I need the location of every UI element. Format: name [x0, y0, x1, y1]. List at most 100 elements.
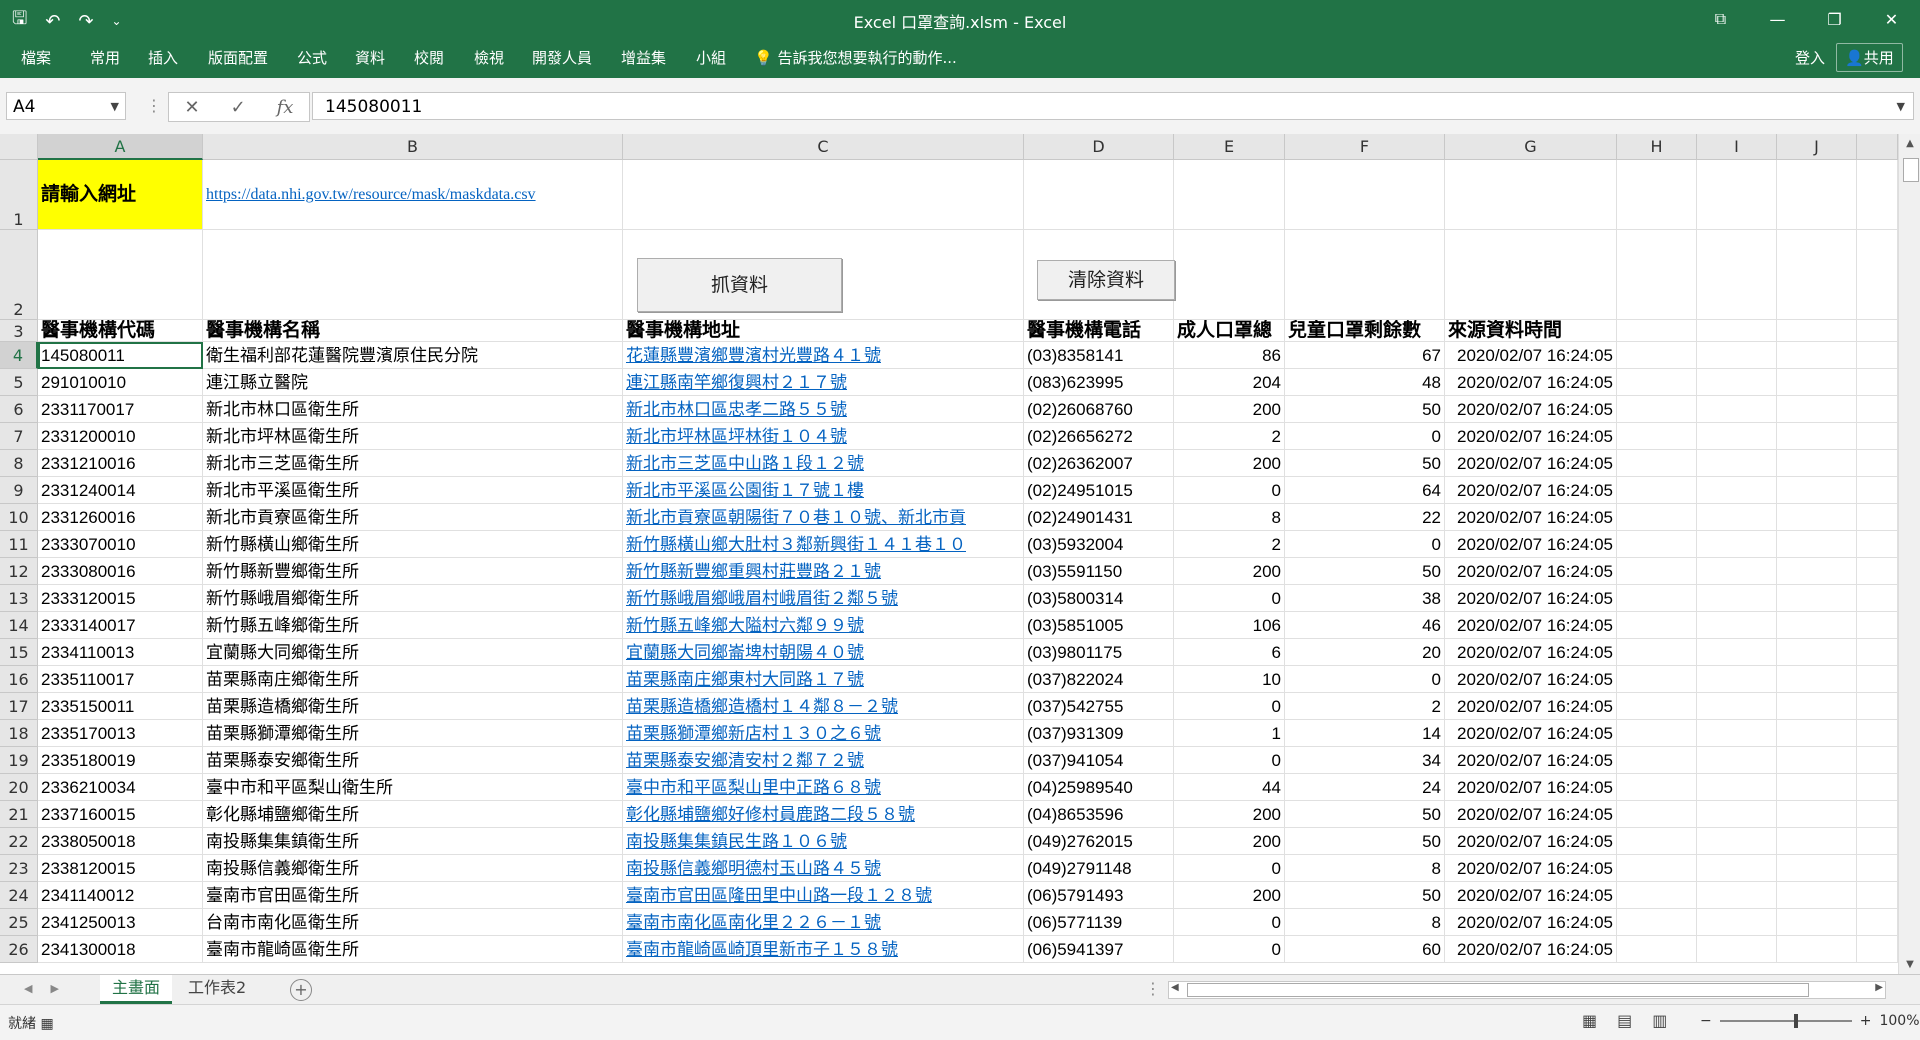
row-header[interactable]: 12	[0, 558, 38, 585]
zoom-in-button[interactable]: +	[1860, 1013, 1872, 1029]
tab-formulas[interactable]: 公式	[297, 47, 327, 68]
restore-icon[interactable]: ❐	[1806, 0, 1863, 38]
address-link[interactable]: 連江縣南竿鄉復興村２１７號	[623, 369, 1024, 396]
name-box[interactable]: A4 ▼	[6, 92, 126, 120]
cell-e1[interactable]	[1174, 160, 1285, 230]
cell-e2[interactable]	[1174, 230, 1285, 320]
column-header-d[interactable]: D	[1024, 134, 1174, 160]
column-header-a[interactable]: A	[38, 134, 203, 160]
insert-function-icon[interactable]: fx	[277, 97, 294, 118]
page-break-view-icon[interactable]: ▥	[1652, 1011, 1667, 1030]
address-link[interactable]: 苗栗縣獅潭鄉新店村１３０之６號	[623, 720, 1024, 747]
address-link[interactable]: 新竹縣峨眉鄉峨眉村峨眉街２鄰５號	[623, 585, 1024, 612]
cell-k2[interactable]	[1857, 230, 1898, 320]
select-all-corner[interactable]	[0, 134, 38, 160]
scroll-down-icon[interactable]: ▼	[1899, 959, 1920, 970]
cell-a2[interactable]	[38, 230, 203, 320]
row-header[interactable]: 16	[0, 666, 38, 693]
zoom-slider-knob[interactable]	[1793, 1014, 1798, 1028]
column-header-k[interactable]	[1857, 134, 1898, 160]
minimize-icon[interactable]: —	[1749, 0, 1806, 38]
address-link[interactable]: 新北市坪林區坪林街１０４號	[623, 423, 1024, 450]
scroll-right-icon[interactable]: ▶	[1875, 982, 1883, 993]
row-header[interactable]: 14	[0, 612, 38, 639]
address-link[interactable]: 新竹縣橫山鄉大肚村３鄰新興街１４１巷１０	[623, 531, 1024, 558]
column-header-e[interactable]: E	[1174, 134, 1285, 160]
cell-k1[interactable]	[1857, 160, 1898, 230]
scroll-up-icon[interactable]: ▲	[1899, 138, 1920, 149]
cell-d1[interactable]	[1024, 160, 1174, 230]
close-icon[interactable]: ✕	[1863, 0, 1920, 38]
row-header[interactable]: 23	[0, 855, 38, 882]
column-header-g[interactable]: G	[1445, 134, 1617, 160]
column-header-i[interactable]: I	[1697, 134, 1777, 160]
sheet-tab-main[interactable]: 主畫面	[100, 975, 173, 1004]
row-header[interactable]: 21	[0, 801, 38, 828]
tab-page-layout[interactable]: 版面配置	[208, 47, 268, 68]
tell-me-search[interactable]: 💡 告訴我您想要執行的動作...	[754, 47, 957, 68]
cell-i3[interactable]	[1697, 320, 1777, 342]
cell-b2[interactable]	[203, 230, 623, 320]
row-header[interactable]: 8	[0, 450, 38, 477]
row-header[interactable]: 19	[0, 747, 38, 774]
address-link[interactable]: 新竹縣五峰鄉大隘村六鄰９９號	[623, 612, 1024, 639]
cancel-icon[interactable]: ✕	[184, 97, 199, 118]
address-link[interactable]: 南投縣信義鄉明德村玉山路４５號	[623, 855, 1024, 882]
address-link[interactable]: 臺南市南化區南化里２２６－１號	[623, 909, 1024, 936]
zoom-out-button[interactable]: −	[1700, 1013, 1712, 1029]
cell-g2[interactable]	[1445, 230, 1617, 320]
row-header[interactable]: 25	[0, 909, 38, 936]
ribbon-display-options-icon[interactable]: ⧉	[1692, 0, 1749, 38]
row-header[interactable]: 5	[0, 369, 38, 396]
horizontal-scrollbar[interactable]: ◀ ▶	[1168, 981, 1886, 999]
tab-add-ins[interactable]: 增益集	[621, 47, 666, 68]
tab-developer[interactable]: 開發人員	[532, 47, 592, 68]
column-header-f[interactable]: F	[1285, 134, 1445, 160]
address-link[interactable]: 苗栗縣造橋鄉造橋村１４鄰８－２號	[623, 693, 1024, 720]
tab-insert[interactable]: 插入	[148, 47, 178, 68]
column-header-j[interactable]: J	[1777, 134, 1857, 160]
address-link[interactable]: 新北市貢寮區朝陽街７０巷１０號、新北市貢	[623, 504, 1024, 531]
address-link[interactable]: 宜蘭縣大同鄉崙埤村朝陽４０號	[623, 639, 1024, 666]
expand-formula-bar-icon[interactable]: ▼	[1897, 93, 1905, 121]
clear-data-button[interactable]: 清除資料	[1037, 260, 1175, 300]
url-link[interactable]: https://data.nhi.gov.tw/resource/mask/ma…	[203, 160, 623, 230]
fetch-data-button[interactable]: 抓資料	[637, 258, 842, 312]
cell-i1[interactable]	[1697, 160, 1777, 230]
column-header-b[interactable]: B	[203, 134, 623, 160]
enter-icon[interactable]: ✓	[231, 97, 246, 118]
address-link[interactable]: 新竹縣新豐鄉重興村莊豐路２１號	[623, 558, 1024, 585]
active-cell[interactable]: 145080011	[38, 342, 203, 369]
address-link[interactable]: 臺南市官田區隆田里中山路一段１２８號	[623, 882, 1024, 909]
zoom-slider[interactable]	[1719, 1014, 1852, 1028]
vertical-scroll-thumb[interactable]	[1903, 158, 1919, 182]
formula-input[interactable]: 145080011 ▼	[312, 92, 1914, 120]
address-link[interactable]: 新北市三芝區中山路１段１２號	[623, 450, 1024, 477]
new-sheet-icon[interactable]: +	[290, 979, 312, 1001]
row-header[interactable]: 1	[0, 160, 38, 230]
address-link[interactable]: 臺南市龍崎區崎頂里新市子１５８號	[623, 936, 1024, 963]
address-link[interactable]: 新北市林口區忠孝二路５５號	[623, 396, 1024, 423]
cell-f1[interactable]	[1285, 160, 1445, 230]
sign-in-link[interactable]: 登入	[1795, 47, 1825, 68]
tab-review[interactable]: 校閱	[414, 47, 444, 68]
zoom-level[interactable]: 100%	[1879, 1013, 1919, 1029]
vertical-scrollbar[interactable]: ▲ ▼	[1898, 134, 1920, 974]
cell-j1[interactable]	[1777, 160, 1857, 230]
address-link[interactable]: 苗栗縣南庄鄉東村大同路１７號	[623, 666, 1024, 693]
row-header[interactable]: 11	[0, 531, 38, 558]
address-link[interactable]: 南投縣集集鎮民生路１０６號	[623, 828, 1024, 855]
tab-split-grip-icon[interactable]: ⋮	[1145, 979, 1161, 998]
cell-j3[interactable]	[1777, 320, 1857, 342]
row-header[interactable]: 7	[0, 423, 38, 450]
tab-view[interactable]: 檢視	[474, 47, 504, 68]
address-link[interactable]: 苗栗縣泰安鄉清安村２鄰７２號	[623, 747, 1024, 774]
row-header[interactable]: 18	[0, 720, 38, 747]
address-link[interactable]: 臺中市和平區梨山里中正路６８號	[623, 774, 1024, 801]
row-header[interactable]: 20	[0, 774, 38, 801]
row-header[interactable]: 3	[0, 320, 38, 342]
scroll-left-icon[interactable]: ◀	[1171, 982, 1179, 993]
row-header[interactable]: 10	[0, 504, 38, 531]
horizontal-scroll-thumb[interactable]	[1187, 983, 1809, 997]
row-header[interactable]: 2	[0, 230, 38, 320]
